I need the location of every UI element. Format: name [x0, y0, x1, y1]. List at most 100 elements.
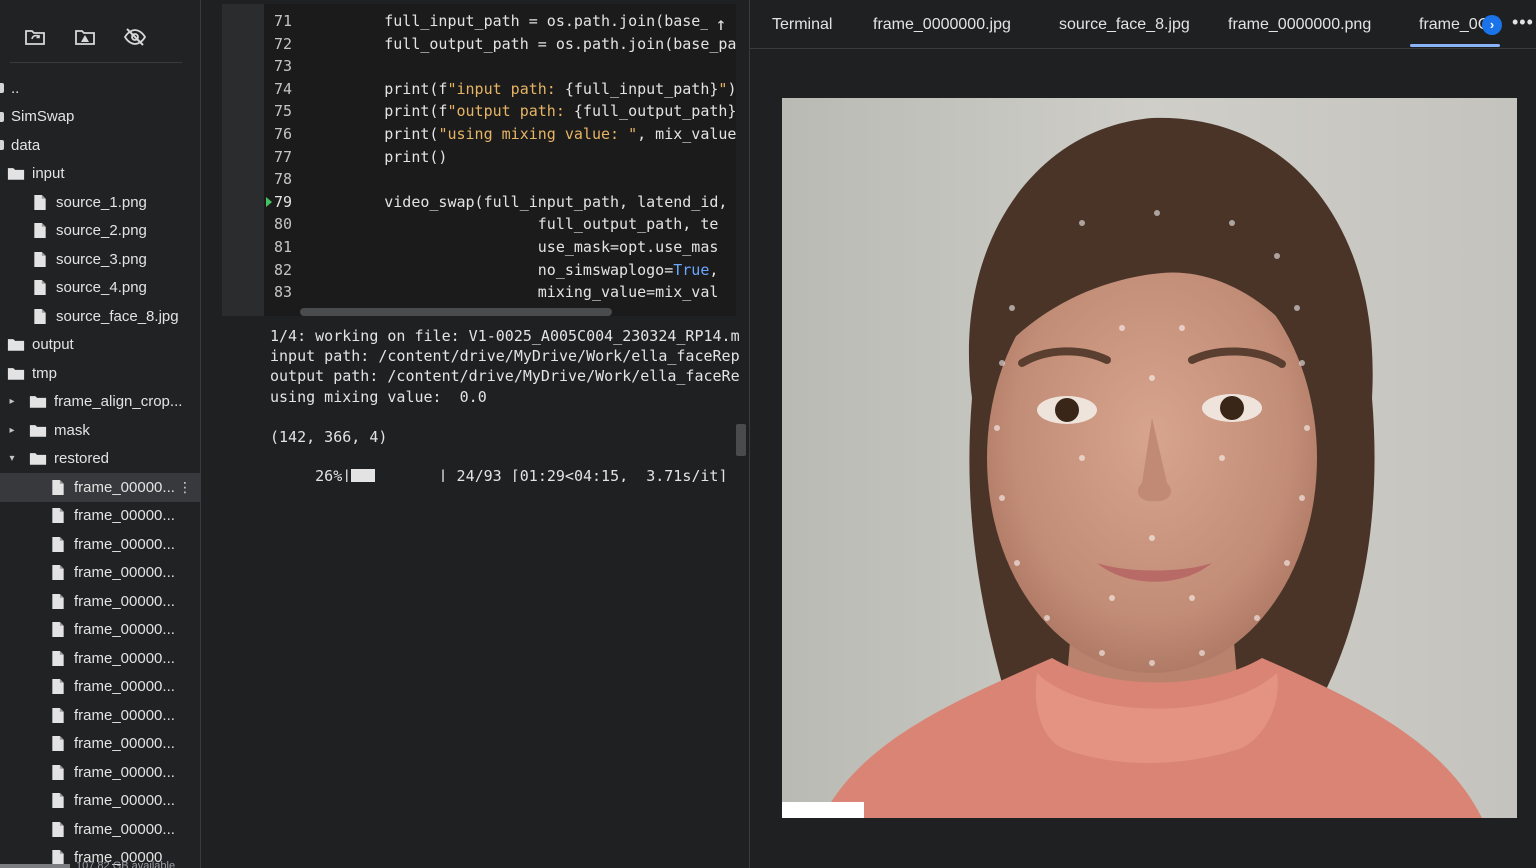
output-line: 1/4: working on file: V1-0025_A005C004_2… — [270, 327, 740, 345]
tree-item-label: frame_00000... — [74, 621, 175, 639]
line-number: 76 — [274, 125, 293, 143]
tab-frame-jpg[interactable]: frame_0000000.jpg — [873, 16, 1011, 34]
file-item[interactable]: frame_00000... ⋮ — [0, 473, 200, 502]
tree-item-label: frame_00000... — [74, 535, 175, 553]
output-scrollbar[interactable] — [736, 424, 746, 456]
disk-usage-text: 107.82 GB available — [76, 860, 176, 868]
chevron-down-icon[interactable]: ▾ — [6, 453, 18, 464]
arrow-up-icon[interactable]: ↑ — [708, 12, 734, 38]
tree-item-label: frame_00000... — [74, 592, 175, 610]
code-token: print(f — [312, 79, 448, 98]
code-editor[interactable]: 71 full_input_path = os.path.join(base_p… — [264, 4, 736, 316]
code-token: , mix_value) — [637, 125, 736, 143]
tree-item-label: source_4.png — [56, 279, 147, 297]
file-icon — [48, 478, 68, 496]
more-options-icon[interactable]: ••• — [1512, 12, 1534, 33]
tree-item-label: tmp — [32, 364, 58, 382]
line-number: 74 — [274, 79, 293, 98]
folder-icon — [6, 364, 26, 382]
folder-item[interactable]: output — [0, 331, 200, 360]
output-line: using mixing value: 0.0 — [270, 387, 487, 406]
file-item[interactable]: source_4.png — [0, 274, 200, 303]
file-icon — [48, 649, 68, 667]
code-horizontal-scrollbar[interactable] — [300, 308, 612, 316]
tree-item-label: frame_00000... — [74, 507, 175, 525]
file-item[interactable]: frame_00000... — [0, 587, 200, 616]
tab-terminal[interactable]: Terminal — [772, 16, 832, 34]
line-number: 72 — [274, 34, 293, 53]
line-number: 78 — [274, 170, 293, 189]
tree-item-label: frame_00000... — [74, 820, 175, 838]
output-line: input path: /content/drive/MyDrive/Work/… — [270, 347, 740, 366]
progress-bar-fill — [351, 469, 376, 482]
file-icon — [30, 222, 50, 240]
tree-item[interactable]: data — [0, 131, 200, 160]
code-token: {full_input_path} — [564, 79, 719, 98]
folder-item[interactable]: ▸ frame_align_crop... — [0, 388, 200, 417]
file-icon — [48, 820, 68, 838]
file-item[interactable]: frame_00000... — [0, 644, 200, 673]
line-number: 80 — [274, 215, 293, 234]
tree-item[interactable]: .. — [0, 74, 200, 103]
file-icon — [48, 735, 68, 753]
folder-item[interactable]: input — [0, 160, 200, 189]
file-icon — [48, 507, 68, 525]
line-number: 77 — [274, 147, 293, 166]
file-item[interactable]: frame_00000... — [0, 502, 200, 531]
code-token: full_input_path = os.path.join(base_p — [312, 12, 719, 30]
file-item[interactable]: frame_00000... — [0, 616, 200, 645]
code-token: print(f — [312, 102, 448, 121]
file-item[interactable]: source_2.png — [0, 217, 200, 246]
file-icon — [48, 763, 68, 781]
more-vert-icon[interactable]: ⋮ — [178, 479, 192, 496]
line-number: 81 — [274, 238, 293, 256]
tree-item-label: data — [11, 136, 41, 154]
expand-marker — [0, 111, 4, 122]
toolbar-divider — [10, 62, 182, 63]
file-icon — [48, 564, 68, 582]
refresh-folder-icon[interactable] — [22, 24, 48, 50]
code-token: "input path: — [447, 79, 565, 98]
file-item[interactable]: frame_00000... — [0, 815, 200, 844]
chevron-right-icon[interactable]: › — [1482, 15, 1502, 35]
code-line: 81 use_mask=opt.use_mas — [264, 236, 736, 259]
tree-item-label: frame_00000... — [74, 564, 175, 582]
tree-item-label: source_face_8.jpg — [56, 307, 179, 325]
file-item[interactable]: frame_00000... — [0, 530, 200, 559]
chevron-right-icon[interactable]: ▸ — [6, 425, 18, 436]
file-item[interactable]: frame_00000... — [0, 673, 200, 702]
cell-gutter — [222, 4, 264, 316]
file-item[interactable]: source_1.png — [0, 188, 200, 217]
file-browser-sidebar: .. SimSwap data input source_1.png source_2.p… — [0, 0, 201, 868]
tree-item-label: input — [32, 165, 65, 183]
file-icon — [48, 592, 68, 610]
file-item[interactable]: source_face_8.jpg — [0, 302, 200, 331]
tab-frame-active[interactable]: frame_0C — [1419, 16, 1487, 34]
file-item[interactable]: frame_00000... — [0, 730, 200, 759]
file-item[interactable]: frame_00000... — [0, 758, 200, 787]
tree-item-label: frame_00000... — [74, 706, 175, 724]
tree-item[interactable]: SimSwap — [0, 103, 200, 132]
upload-drive-icon[interactable] — [72, 24, 98, 50]
code-token: , — [709, 260, 719, 279]
file-item[interactable]: frame_00000... — [0, 701, 200, 730]
tab-source-face[interactable]: source_face_8.jpg — [1059, 16, 1190, 34]
hide-icon[interactable] — [122, 24, 148, 50]
file-item[interactable]: source_3.png — [0, 245, 200, 274]
chevron-right-icon[interactable]: ▸ — [6, 396, 18, 407]
tree-item-label: frame_00000... — [74, 649, 175, 667]
file-item[interactable]: frame_00000... — [0, 787, 200, 816]
code-line: 78 — [264, 168, 736, 191]
image-overlay-bar — [782, 802, 864, 818]
folder-item[interactable]: tmp — [0, 359, 200, 388]
tab-frame-png[interactable]: frame_0000000.png — [1228, 16, 1371, 34]
tree-item-label: .. — [11, 79, 20, 97]
folder-item[interactable]: ▾ restored — [0, 445, 200, 474]
file-item[interactable]: frame_00000... — [0, 559, 200, 588]
code-line: 72 full_output_path = os.path.join(base_… — [264, 33, 736, 56]
tree-item-label: source_3.png — [56, 250, 147, 268]
folder-item[interactable]: ▸ mask — [0, 416, 200, 445]
file-icon — [48, 621, 68, 639]
code-token: {full_output_path} — [573, 102, 736, 121]
code-line: 82 no_simswaplogo=True, — [264, 259, 736, 282]
